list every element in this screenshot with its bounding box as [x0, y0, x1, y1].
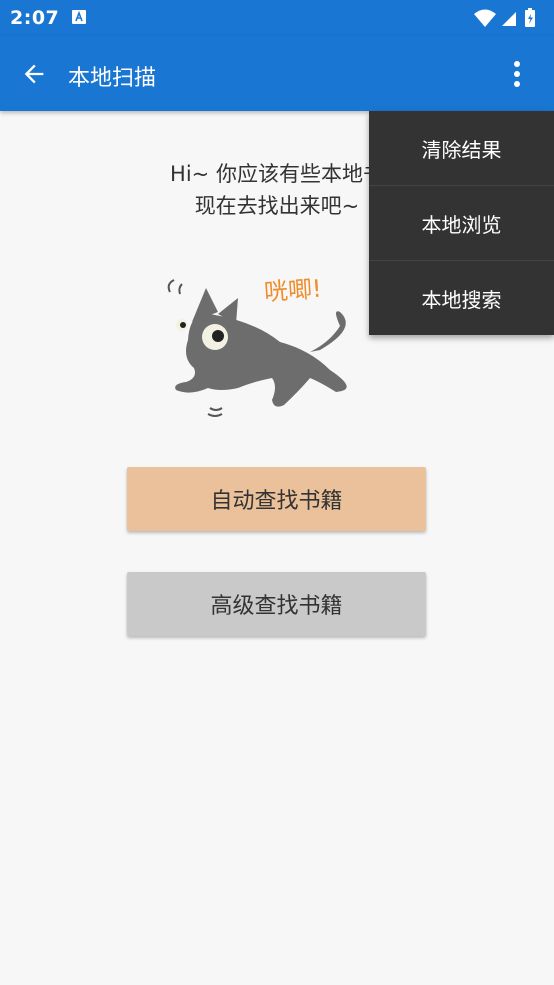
status-icons [474, 8, 535, 27]
overflow-menu-button[interactable] [502, 56, 532, 92]
cat-illustration: 咣唧! [167, 275, 347, 417]
auto-find-books-button[interactable]: 自动查找书籍 [127, 467, 426, 531]
a-notification-icon [72, 10, 86, 24]
back-button[interactable] [16, 56, 52, 92]
advanced-find-books-button[interactable]: 高级查找书籍 [127, 572, 426, 636]
arrow-back-icon [24, 64, 44, 84]
signal-icon [502, 12, 516, 26]
app-bar: 本地扫描 [0, 36, 554, 111]
menu-item-local-browse[interactable]: 本地浏览 [369, 186, 554, 261]
status-time: 2:07 [10, 7, 60, 29]
cat-caption: 咣唧! [263, 275, 322, 307]
overflow-menu-icon [514, 61, 520, 87]
status-bar: 2:07 [0, 0, 554, 36]
menu-item-clear-results[interactable]: 清除结果 [369, 111, 554, 186]
overflow-menu: 清除结果 本地浏览 本地搜索 [369, 111, 554, 335]
page-title: 本地扫描 [68, 66, 157, 91]
battery-icon [525, 8, 535, 27]
wifi-icon [474, 9, 496, 27]
menu-item-local-search[interactable]: 本地搜索 [369, 261, 554, 335]
